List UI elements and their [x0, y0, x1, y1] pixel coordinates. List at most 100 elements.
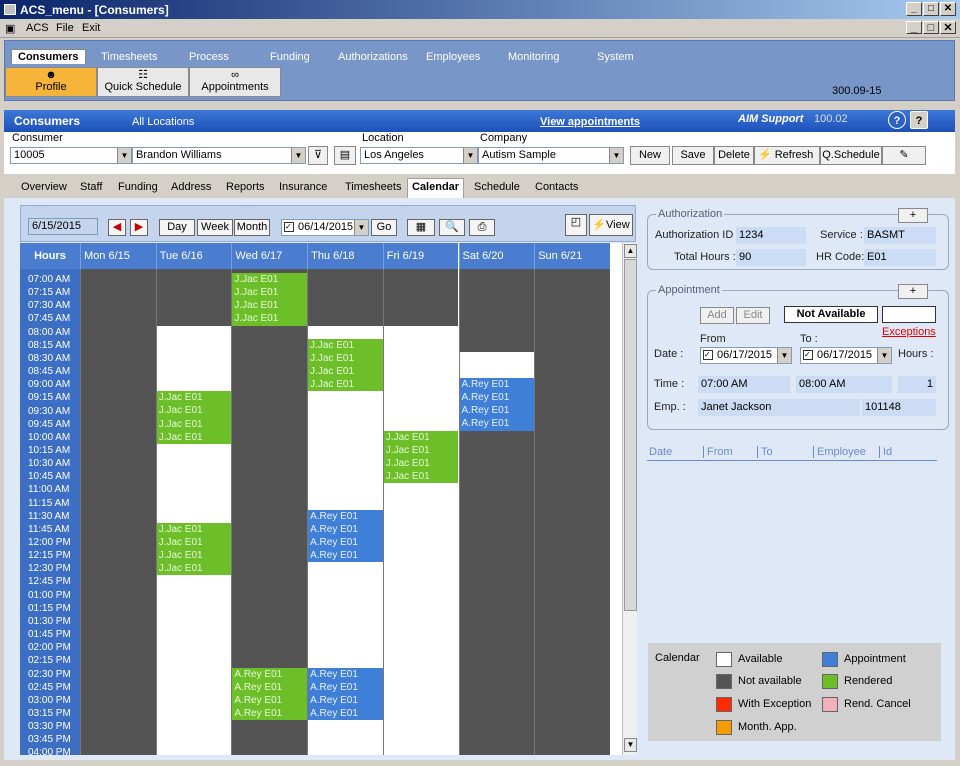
view-appointments-link[interactable]: View appointments — [540, 116, 640, 128]
nav-tab-consumers[interactable]: Consumers — [11, 49, 86, 64]
col-id[interactable]: Id — [879, 446, 892, 458]
col-date[interactable]: Date — [649, 446, 672, 458]
tab-timesheets[interactable]: Timesheets — [345, 181, 401, 193]
maximize-button[interactable]: □ — [923, 2, 939, 16]
refresh-button[interactable]: ⚡ Refresh — [754, 146, 820, 165]
profile-tool[interactable]: ☻ Profile — [5, 67, 97, 97]
scroll-thumb[interactable] — [624, 259, 637, 611]
day-header[interactable]: Mon 6/15 — [80, 243, 156, 269]
quick-schedule-tool[interactable]: ☷ Quick Schedule — [97, 67, 189, 97]
delete-button[interactable]: Delete — [714, 146, 754, 165]
location-combo[interactable]: Los Angeles ▼ — [360, 147, 478, 164]
day-header[interactable]: Tue 6/16 — [155, 243, 232, 269]
nav-tab-funding[interactable]: Funding — [270, 51, 310, 63]
nav-tab-timesheets[interactable]: Timesheets — [101, 51, 157, 63]
help-icon[interactable]: ? — [888, 111, 906, 129]
date-box[interactable]: 6/15/2015 — [28, 218, 98, 235]
day-header[interactable]: Sat 6/20 — [458, 243, 535, 269]
calendar-scrollbar[interactable]: ▲ ▼ — [622, 243, 637, 755]
end-time-value[interactable]: 08:00 AM — [796, 376, 892, 393]
next-week-button[interactable]: ▶ — [130, 219, 148, 236]
scheduled-appointment[interactable]: A.Rey E01 A.Rey E01 A.Rey E01 A.Rey E01 — [308, 509, 383, 563]
day-header[interactable]: Sun 6/21 — [534, 243, 610, 269]
print-icon[interactable]: ⎙ — [469, 219, 495, 236]
layout-icon[interactable]: ◰ — [565, 214, 587, 236]
new-button[interactable]: New — [630, 146, 670, 165]
day-column[interactable]: J.Jac E01 J.Jac E01 J.Jac E01 J.Jac E01 A.Re… — [307, 269, 383, 755]
minimize-button[interactable]: _ — [906, 2, 922, 16]
nav-tab-system[interactable]: System — [597, 51, 634, 63]
scheduled-appointment[interactable]: A.Rey E01 A.Rey E01 A.Rey E01 A.Rey E01 — [459, 378, 535, 431]
day-column[interactable] — [534, 269, 610, 755]
nav-tab-monitoring[interactable]: Monitoring — [508, 51, 559, 63]
tab-calendar[interactable]: Calendar — [407, 178, 465, 198]
add-button[interactable]: Add — [700, 307, 734, 324]
day-header[interactable]: Wed 6/17 — [231, 243, 308, 269]
menu-acs[interactable]: ACS — [26, 22, 49, 34]
menu-exit[interactable]: Exit — [82, 22, 100, 34]
day-column[interactable]: J.Jac E01 J.Jac E01 J.Jac E01 J.Jac E01 A.Re… — [231, 269, 308, 755]
q-schedule-button[interactable]: Q.Schedule — [820, 146, 882, 165]
tab-contacts[interactable]: Contacts — [535, 181, 578, 193]
scroll-up-icon[interactable]: ▲ — [624, 244, 637, 258]
tab-reports[interactable]: Reports — [226, 181, 265, 193]
child-close-button[interactable]: ✕ — [940, 21, 956, 34]
start-time-value[interactable]: 07:00 AM — [698, 376, 790, 393]
preview-icon[interactable]: 🔍 — [439, 219, 465, 236]
close-button[interactable]: ✕ — [940, 2, 956, 16]
whats-this-icon[interactable]: ? — [910, 111, 928, 129]
scheduled-appointment[interactable]: A.Rey E01 A.Rey E01 A.Rey E01 A.Rey E01 — [308, 667, 383, 721]
day-column[interactable]: J.Jac E01 J.Jac E01 J.Jac E01 J.Jac E01 J.Ja… — [155, 269, 232, 755]
nav-tab-employees[interactable]: Employees — [426, 51, 480, 63]
consumer-name-combo[interactable]: Brandon Williams ▼ — [132, 147, 306, 164]
rendered-appointment[interactable]: J.Jac E01 J.Jac E01 J.Jac E01 J.Jac E01 — [232, 273, 308, 326]
available-block[interactable] — [383, 325, 459, 755]
view-button[interactable]: ⚡View — [589, 214, 633, 236]
rendered-appointment[interactable]: J.Jac E01 J.Jac E01 J.Jac E01 J.Jac E01 — [156, 522, 232, 576]
nav-tab-authorizations[interactable]: Authorizations — [338, 51, 408, 63]
tab-address[interactable]: Address — [171, 181, 211, 193]
menu-file[interactable]: File — [56, 22, 74, 34]
tab-schedule[interactable]: Schedule — [474, 181, 520, 193]
col-to[interactable]: To — [757, 446, 773, 458]
appointments-tool[interactable]: ∞ Appointments — [189, 67, 281, 97]
day-header[interactable]: Fri 6/19 — [382, 243, 459, 269]
checkbox-icon[interactable]: ✓ — [803, 350, 813, 360]
excel-icon[interactable]: ▦ — [407, 219, 435, 236]
checkbox-icon[interactable]: ✓ — [703, 350, 713, 360]
rendered-appointment[interactable]: J.Jac E01 J.Jac E01 J.Jac E01 J.Jac E01 — [156, 391, 232, 444]
day-column[interactable] — [80, 269, 156, 755]
tab-staff[interactable]: Staff — [80, 181, 102, 193]
child-restore-button[interactable]: □ — [923, 21, 939, 34]
exceptions-link[interactable]: Exceptions — [882, 326, 936, 338]
consumer-id-combo[interactable]: 10005 ▼ — [10, 147, 132, 164]
col-employee[interactable]: Employee — [813, 446, 866, 458]
tab-funding[interactable]: Funding — [118, 181, 158, 193]
rendered-appointment[interactable]: J.Jac E01 J.Jac E01 J.Jac E01 J.Jac E01 — [383, 430, 459, 484]
from-date-picker[interactable]: ✓ 06/17/2015 ▼ — [700, 347, 792, 364]
day-column[interactable]: J.Jac E01 J.Jac E01 J.Jac E01 J.Jac E01 — [382, 269, 459, 755]
nav-tab-process[interactable]: Process — [189, 51, 229, 63]
scroll-down-icon[interactable]: ▼ — [624, 738, 637, 752]
rendered-appointment[interactable]: J.Jac E01 J.Jac E01 J.Jac E01 J.Jac E01 — [308, 338, 383, 392]
save-button[interactable]: Save — [672, 146, 714, 165]
edit-button[interactable]: Edit — [736, 307, 770, 324]
tab-insurance[interactable]: Insurance — [279, 181, 327, 193]
checkbox-icon[interactable]: ✓ — [284, 222, 294, 232]
company-combo[interactable]: Autism Sample ▼ — [478, 147, 624, 164]
day-column[interactable]: A.Rey E01 A.Rey E01 A.Rey E01 A.Rey E01 — [458, 269, 535, 755]
day-view-button[interactable]: Day — [159, 219, 195, 236]
appointment-add-plus[interactable]: + — [898, 284, 928, 299]
available-block[interactable] — [459, 351, 535, 379]
to-date-picker[interactable]: ✓ 06/17/2015 ▼ — [800, 347, 892, 364]
day-header[interactable]: Thu 6/18 — [307, 243, 383, 269]
rendered-appointment[interactable]: A.Rey E01 A.Rey E01 A.Rey E01 A.Rey E01 — [232, 667, 308, 721]
col-from[interactable]: From — [703, 446, 733, 458]
filter-icon[interactable]: ⊽ — [308, 146, 328, 165]
week-date-picker[interactable]: ✓ 06/14/2015 ▼ — [281, 219, 369, 236]
notes-icon[interactable]: ✎ — [882, 146, 926, 165]
tab-overview[interactable]: Overview — [21, 181, 67, 193]
child-minimize-button[interactable]: _ — [906, 21, 922, 34]
consumer-card-icon[interactable]: ▤ — [334, 146, 356, 165]
go-button[interactable]: Go — [371, 219, 397, 236]
